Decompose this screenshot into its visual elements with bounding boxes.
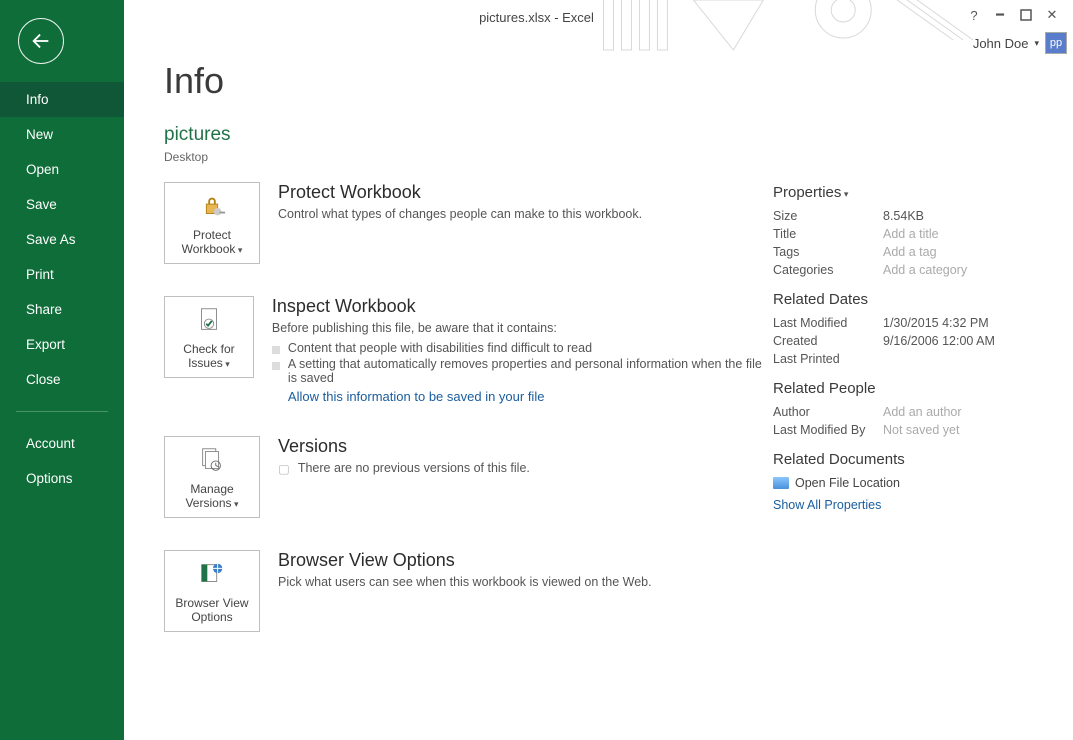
properties-heading[interactable]: Properties (773, 184, 1053, 201)
prop-created: Created9/16/2006 12:00 AM (773, 334, 1053, 348)
browser-view-desc: Pick what users can see when this workbo… (278, 575, 652, 589)
prop-author[interactable]: AuthorAdd an author (773, 405, 1053, 419)
protect-workbook-title: Protect Workbook (278, 182, 642, 203)
protect-workbook-desc: Control what types of changes people can… (278, 207, 642, 221)
versions-title: Versions (278, 436, 530, 457)
prop-categories[interactable]: CategoriesAdd a category (773, 263, 1053, 277)
prop-last-modified-by: Last Modified ByNot saved yet (773, 423, 1053, 437)
prop-last-modified: Last Modified1/30/2015 4:32 PM (773, 316, 1053, 330)
prop-size: Size8.54KB (773, 209, 1053, 223)
sidebar-item-close[interactable]: Close (0, 362, 124, 397)
sidebar-item-open[interactable]: Open (0, 152, 124, 187)
document-name: pictures (164, 124, 773, 146)
folder-icon (773, 477, 789, 489)
document-history-icon (197, 445, 227, 478)
list-item: Content that people with disabilities fi… (272, 341, 773, 355)
backstage-sidebar: Info New Open Save Save As Print Share E… (0, 0, 124, 740)
show-all-properties-link[interactable]: Show All Properties (773, 498, 1053, 512)
allow-info-link[interactable]: Allow this information to be saved in yo… (288, 389, 773, 404)
sidebar-item-options[interactable]: Options (0, 461, 124, 496)
related-dates-heading: Related Dates (773, 291, 1053, 308)
check-issues-button[interactable]: Check for Issues (164, 296, 254, 378)
open-file-location-link[interactable]: Open File Location (773, 476, 1053, 490)
page-title: Info (164, 60, 773, 102)
protect-workbook-button[interactable]: Protect Workbook (164, 182, 260, 264)
list-item: A setting that automatically removes pro… (272, 357, 773, 385)
sidebar-item-share[interactable]: Share (0, 292, 124, 327)
inspect-workbook-desc: Before publishing this file, be aware th… (272, 321, 773, 335)
document-check-icon (194, 305, 224, 338)
prop-tags[interactable]: TagsAdd a tag (773, 245, 1053, 259)
related-people-heading: Related People (773, 380, 1053, 397)
browser-view-options-button[interactable]: Browser View Options (164, 550, 260, 632)
inspect-workbook-title: Inspect Workbook (272, 296, 773, 317)
versions-desc: There are no previous versions of this f… (298, 461, 530, 476)
spreadsheet-web-icon (197, 559, 227, 592)
manage-versions-button[interactable]: Manage Versions (164, 436, 260, 518)
document-location: Desktop (164, 150, 773, 164)
prop-last-printed: Last Printed (773, 352, 1053, 366)
shield-lock-icon (197, 191, 227, 224)
sidebar-divider (16, 411, 108, 412)
sidebar-item-export[interactable]: Export (0, 327, 124, 362)
related-documents-heading: Related Documents (773, 451, 1053, 468)
no-versions-icon: ▢ (278, 461, 290, 476)
sidebar-item-print[interactable]: Print (0, 257, 124, 292)
sidebar-item-saveas[interactable]: Save As (0, 222, 124, 257)
browser-view-title: Browser View Options (278, 550, 652, 571)
sidebar-item-account[interactable]: Account (0, 426, 124, 461)
sidebar-item-new[interactable]: New (0, 117, 124, 152)
sidebar-item-info[interactable]: Info (0, 82, 124, 117)
prop-title[interactable]: TitleAdd a title (773, 227, 1053, 241)
sidebar-item-save[interactable]: Save (0, 187, 124, 222)
